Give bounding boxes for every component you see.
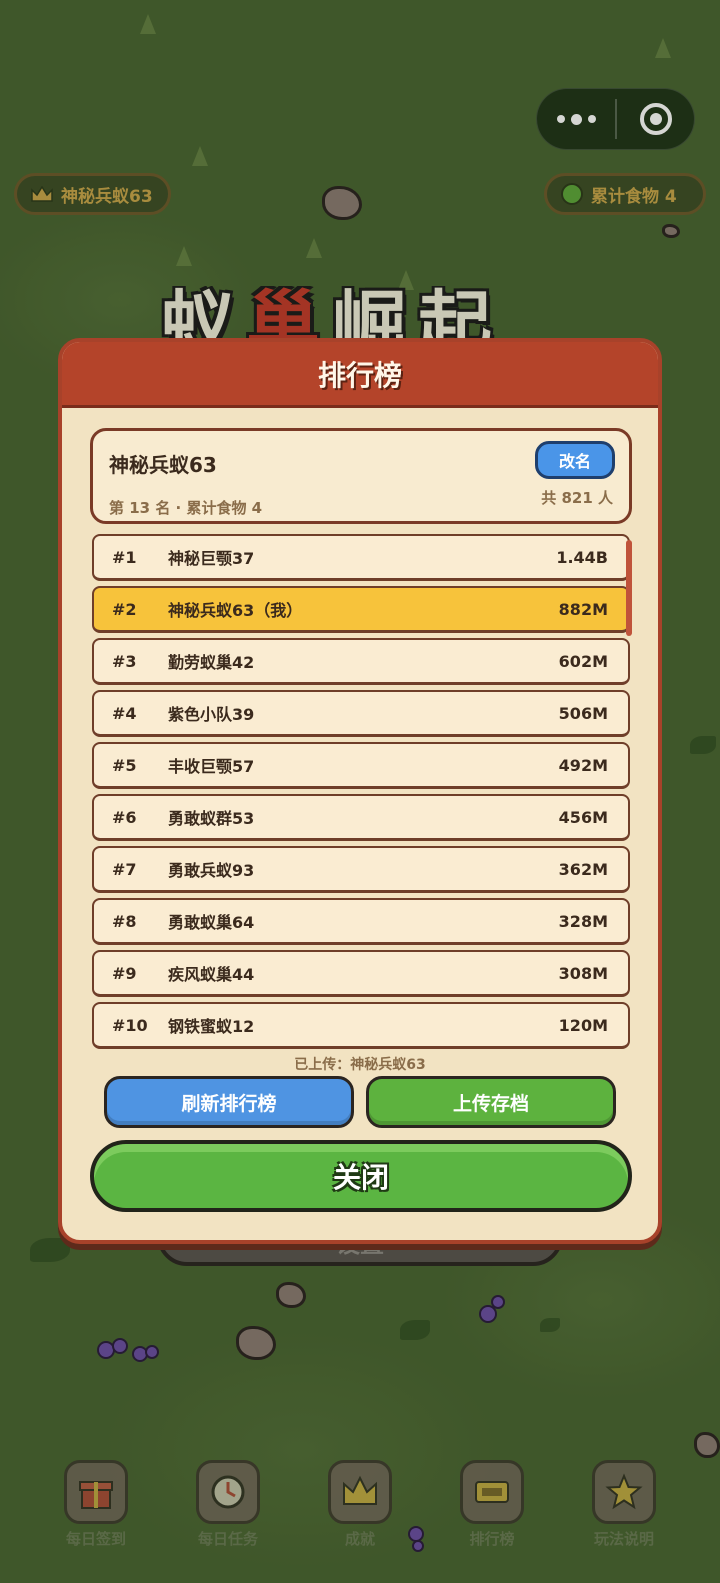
total-players: 共 821 人 [541,489,613,507]
rank-name: 紫色小队39 [168,705,255,724]
leaderboard-modal: 排行榜 神秘兵蚁63 改名 共 821 人 第 13 名 · 累计食物 4 #1… [58,338,662,1244]
rank-number: #3 [112,651,137,671]
rank-score: 362M [558,859,608,879]
rank-number: #4 [112,703,137,723]
rank-name: 勇敢兵蚁93 [168,861,255,880]
table-row: #8 勇敢蚁巢64 328M [92,898,630,945]
my-rank-summary: 第 13 名 · 累计食物 4 [109,499,263,517]
rank-name: 勇敢蚁巢64 [168,913,255,932]
table-row: #9 疾风蚁巢44 308M [92,950,630,997]
rank-name: 勤劳蚁巢42 [168,653,255,672]
rank-score: 1.44B [556,547,608,567]
table-row: #6 勇敢蚁群53 456M [92,794,630,841]
table-row: #10 钢铁蜜蚁12 120M [92,1002,630,1049]
rank-list-scrollbar[interactable] [626,540,632,636]
upload-save-button[interactable]: 上传存档 [366,1076,616,1128]
refresh-leaderboard-button[interactable]: 刷新排行榜 [104,1076,354,1128]
rename-button[interactable]: 改名 [535,441,615,479]
rank-name: 钢铁蜜蚁12 [168,1017,255,1036]
rank-number: #7 [112,859,137,879]
table-row-me: #2 神秘兵蚁63（我） 882M [92,586,630,633]
rank-number: #5 [112,755,137,775]
table-row: #5 丰收巨颚57 492M [92,742,630,789]
rank-score: 492M [558,755,608,775]
rank-name: 勇敢蚁群53 [168,809,255,828]
rank-number: #6 [112,807,137,827]
rank-score: 506M [558,703,608,723]
table-row: #7 勇敢兵蚁93 362M [92,846,630,893]
table-row: #1 神秘巨颚37 1.44B [92,534,630,581]
rank-score: 328M [558,911,608,931]
rank-score: 456M [558,807,608,827]
upload-status: 已上传：神秘兵蚁63 [294,1057,426,1073]
table-row: #3 勤劳蚁巢42 602M [92,638,630,685]
rank-list[interactable]: #1 神秘巨颚37 1.44B #2 神秘兵蚁63（我） 882M #3 勤劳蚁巢42 602M… [92,534,632,1049]
rank-name: 神秘兵蚁63（我） [168,601,303,620]
rank-score: 308M [558,963,608,983]
modal-title: 排行榜 [317,358,402,392]
rank-name: 神秘巨颚37 [168,549,255,568]
rank-score: 602M [558,651,608,671]
rank-number: #2 [112,599,137,619]
rank-number: #9 [112,963,137,983]
rank-number: #8 [112,911,137,931]
close-button[interactable]: 关闭 [90,1140,632,1212]
rank-score: 120M [558,1015,608,1035]
modal-header: 排行榜 [62,342,658,408]
rank-number: #10 [112,1015,148,1035]
rank-name: 疾风蚁巢44 [168,965,255,984]
rank-number: #1 [112,547,137,567]
my-name: 神秘兵蚁63 [109,453,217,477]
my-rank-card: 神秘兵蚁63 改名 共 821 人 第 13 名 · 累计食物 4 [90,428,632,524]
rank-score: 882M [558,599,608,619]
table-row: #4 紫色小队39 506M [92,690,630,737]
rank-name: 丰收巨颚57 [168,757,255,776]
